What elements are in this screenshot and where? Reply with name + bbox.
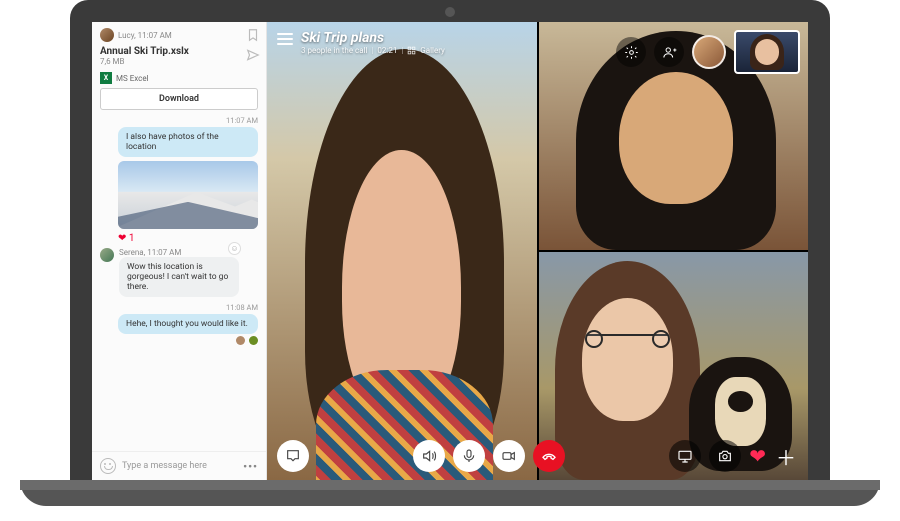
photo-camera-icon: [717, 448, 733, 464]
seen-avatar: [249, 336, 258, 345]
emoji-icon[interactable]: [100, 458, 116, 474]
react-button[interactable]: ☺: [228, 242, 241, 255]
download-button[interactable]: Download: [100, 88, 258, 110]
timestamp: 11:07 AM: [100, 116, 258, 125]
message-input[interactable]: Type a message here: [122, 461, 237, 471]
file-size: 7,6 MB: [100, 57, 258, 66]
camera-button[interactable]: [493, 440, 525, 472]
timestamp: 11:08 AM: [100, 303, 258, 312]
self-view-pip[interactable]: [734, 30, 800, 74]
sender-meta: Serena, 11:07 AM: [119, 248, 239, 257]
photo-attachment[interactable]: [118, 161, 258, 229]
chat-composer: Type a message here •••: [92, 451, 266, 480]
sender-meta: Lucy, 11:07 AM: [118, 31, 172, 40]
mic-button[interactable]: [453, 440, 485, 472]
seen-avatar: [236, 336, 245, 345]
gear-icon: [624, 45, 639, 60]
webcam-dot: [445, 7, 455, 17]
call-subtitle: 3 people in the call| 02:21| Gallery: [301, 46, 445, 55]
end-call-button[interactable]: [533, 440, 565, 472]
seen-indicators: [100, 336, 258, 348]
participant-avatar[interactable]: [692, 35, 726, 69]
grid-icon: [407, 46, 416, 55]
avatar[interactable]: [100, 28, 114, 42]
laptop-frame: Lucy, 11:07 AM Annual Ski Trip.xslx 7,6 …: [70, 0, 830, 490]
mic-icon: [461, 448, 477, 464]
add-button[interactable]: ＋: [774, 442, 798, 471]
excel-icon: X: [100, 72, 112, 84]
bookmark-icon[interactable]: [246, 28, 260, 42]
avatar[interactable]: [100, 248, 114, 262]
menu-icon[interactable]: [277, 33, 293, 45]
screen-share-icon: [677, 448, 693, 464]
message-out[interactable]: Hehe, I thought you would like it.: [118, 314, 258, 334]
message-in[interactable]: Wow this location is gorgeous! I can't w…: [119, 257, 239, 297]
video-tile-main[interactable]: [267, 22, 537, 480]
app-screen: Lucy, 11:07 AM Annual Ski Trip.xslx 7,6 …: [92, 22, 808, 480]
more-button[interactable]: •••: [243, 460, 258, 473]
person-plus-icon: [662, 45, 677, 60]
share-icon[interactable]: [246, 48, 260, 62]
video-grid: Ski Trip plans 3 people in the call| 02:…: [267, 22, 808, 480]
chat-pane: Lucy, 11:07 AM Annual Ski Trip.xslx 7,6 …: [92, 22, 267, 480]
laptop-base: [20, 480, 880, 506]
snapshot-button[interactable]: [709, 440, 741, 472]
hangup-icon: [541, 448, 557, 464]
reaction-heart-button[interactable]: ❤: [749, 444, 766, 468]
file-attachment: Annual Ski Trip.xslx 7,6 MB X MS Excel D…: [100, 46, 258, 110]
settings-button[interactable]: [616, 37, 646, 67]
add-participant-button[interactable]: [654, 37, 684, 67]
mountain-photo: [118, 161, 258, 229]
chat-toggle-button[interactable]: [277, 440, 309, 472]
call-title: Ski Trip plans: [301, 30, 445, 46]
chat-bubble-icon: [285, 448, 301, 464]
speaker-icon: [421, 448, 437, 464]
file-name: Annual Ski Trip.xslx: [100, 46, 258, 57]
file-type: MS Excel: [116, 74, 149, 83]
screen-share-button[interactable]: [669, 440, 701, 472]
message-out[interactable]: I also have photos of the location: [118, 127, 258, 157]
speaker-button[interactable]: [413, 440, 445, 472]
camera-icon: [501, 448, 517, 464]
